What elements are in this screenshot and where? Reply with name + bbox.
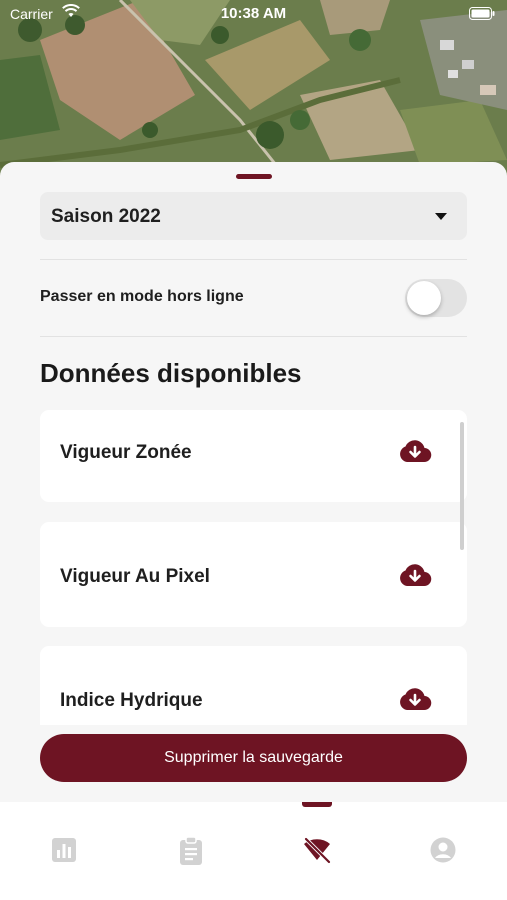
tab-bar bbox=[0, 802, 507, 900]
divider bbox=[40, 336, 467, 337]
season-select[interactable]: Saison 2022 bbox=[40, 192, 467, 240]
dataset-label: Indice Hydrique bbox=[60, 690, 203, 711]
toggle-knob bbox=[407, 281, 441, 315]
cloud-download-icon[interactable] bbox=[398, 562, 432, 593]
user-icon bbox=[430, 837, 456, 863]
delete-save-button[interactable]: Supprimer la sauvegarde bbox=[40, 734, 467, 782]
clipboard-icon bbox=[180, 836, 202, 865]
dataset-label: Vigueur Zonée bbox=[60, 442, 192, 463]
offline-data-sheet: Saison 2022 Passer en mode hors ligne Do… bbox=[0, 162, 507, 802]
caret-down-icon bbox=[435, 213, 447, 220]
offline-mode-label: Passer en mode hors ligne bbox=[40, 288, 244, 305]
available-data-title: Données disponibles bbox=[40, 358, 302, 388]
dataset-card-indice-hydrique[interactable]: Indice Hydrique bbox=[40, 646, 467, 725]
sheet-handle[interactable] bbox=[236, 174, 272, 179]
cloud-download-icon[interactable] bbox=[398, 686, 432, 717]
divider bbox=[40, 259, 467, 260]
battery-icon bbox=[469, 7, 495, 23]
dataset-card-vigueur-au-pixel[interactable]: Vigueur Au Pixel bbox=[40, 522, 467, 627]
dataset-card-vigueur-zonee[interactable]: Vigueur Zonée bbox=[40, 410, 467, 502]
active-tab-indicator bbox=[302, 802, 332, 807]
status-bar: Carrier 10:38 AM bbox=[0, 0, 507, 28]
dataset-label: Vigueur Au Pixel bbox=[60, 566, 210, 587]
tab-profile[interactable] bbox=[429, 836, 459, 866]
tab-notes[interactable] bbox=[177, 836, 207, 866]
tab-offline[interactable] bbox=[302, 836, 332, 866]
status-time: 10:38 AM bbox=[220, 5, 287, 22]
tab-statistics[interactable] bbox=[50, 836, 80, 866]
chart-icon bbox=[52, 838, 76, 862]
cloud-download-icon[interactable] bbox=[398, 438, 432, 469]
datasets-list[interactable]: Vigueur Zonée Vigueur Au Pixel Indice Hy… bbox=[40, 410, 467, 725]
wifi-off-icon bbox=[304, 837, 331, 864]
offline-mode-toggle[interactable] bbox=[405, 279, 467, 317]
list-scrollbar[interactable] bbox=[460, 422, 464, 550]
season-select-value: Saison 2022 bbox=[51, 206, 161, 227]
